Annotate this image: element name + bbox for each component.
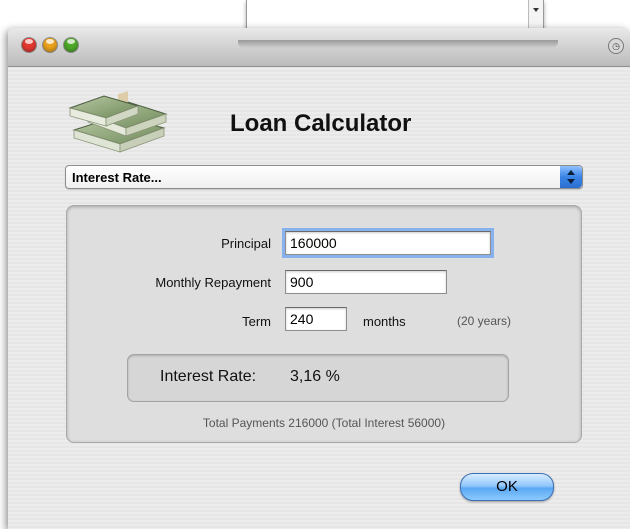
ok-button[interactable]: OK [460, 473, 554, 501]
input-panel: Principal Monthly Repayment Term months … [66, 205, 582, 443]
clock-icon[interactable]: ◷ [608, 38, 624, 54]
monthly-repayment-field[interactable] [285, 270, 447, 294]
up-down-arrows-icon[interactable] [560, 166, 582, 188]
result-box: Interest Rate: 3,16 % [127, 354, 509, 402]
monthly-repayment-label: Monthly Repayment [155, 275, 271, 290]
interest-rate-value: 3,16 % [290, 368, 340, 385]
money-stack-icon [68, 91, 168, 153]
minimize-button[interactable] [43, 38, 57, 52]
close-button[interactable] [22, 38, 36, 52]
interest-rate-label: Interest Rate: [160, 368, 257, 385]
popup-selected-value: Interest Rate... [72, 170, 162, 185]
totals-text: Total Payments 216000 (Total Interest 56… [202, 416, 446, 430]
term-years-note: (20 years) [457, 314, 512, 328]
scroll-arrow-icon [533, 8, 539, 12]
page-title: Loan Calculator [230, 110, 412, 137]
calculation-mode-popup[interactable]: Interest Rate... [65, 165, 583, 189]
term-field[interactable] [285, 307, 347, 331]
term-unit: months [363, 314, 406, 329]
principal-label: Principal [221, 236, 271, 251]
titlebar[interactable]: ◷ [8, 28, 630, 67]
sheet-edge [238, 40, 558, 48]
principal-field[interactable] [285, 231, 491, 255]
zoom-button[interactable] [64, 38, 78, 52]
term-label: Term [242, 314, 271, 329]
loan-calculator-window: ◷ Loan Calculator Interest Rate... Princ… [8, 28, 630, 529]
